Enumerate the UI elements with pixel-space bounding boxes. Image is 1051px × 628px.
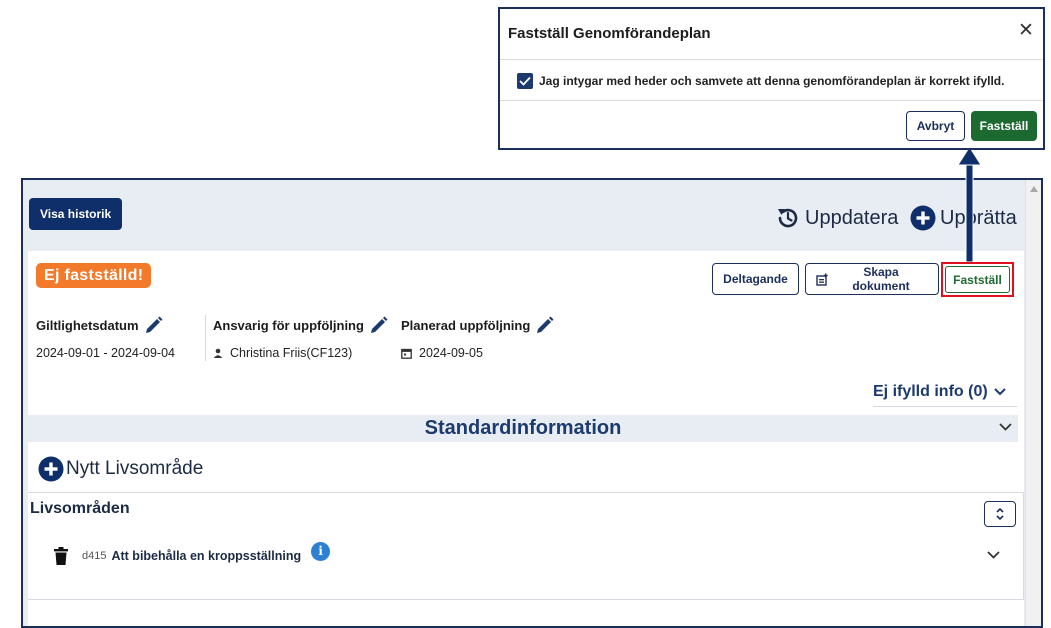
create-document-label: Skapa dokument — [852, 265, 910, 293]
life-areas-list: Livsområden d415 Att bibehålla en kropps… — [28, 492, 1024, 600]
plus-circle-icon — [910, 205, 936, 231]
chevron-down-icon[interactable] — [999, 423, 1012, 431]
planned-followup-label: Planerad uppföljning — [401, 317, 531, 333]
life-area-name: Att bibehålla en kroppsställning — [111, 549, 302, 563]
trash-icon[interactable] — [54, 547, 68, 565]
history-refresh-icon — [775, 205, 801, 231]
validity-field: Giltlighetsdatum 2024-09-01 - 2024-09-04 — [36, 315, 175, 360]
pencil-icon[interactable] — [369, 315, 389, 335]
chevron-down-icon — [993, 387, 1006, 396]
standard-info-section-header[interactable]: Standardinformation — [28, 415, 1018, 442]
plus-circle-icon — [38, 456, 64, 482]
confirm-plan-button[interactable]: Fastställ — [945, 266, 1010, 293]
life-area-code: d415 — [82, 550, 107, 562]
confirm-highlight-frame: Fastställ — [941, 262, 1014, 297]
validity-label: Giltlighetsdatum — [36, 317, 139, 333]
responsible-value: Christina Friis(CF123) — [230, 346, 353, 360]
validity-value: 2024-09-01 - 2024-09-04 — [36, 346, 175, 360]
sort-icon — [995, 507, 1005, 521]
participation-button[interactable]: Deltagande — [712, 263, 799, 295]
responsible-field: Ansvarig för uppföljning Christina Friis… — [205, 315, 389, 361]
plan-panel: Ej fastställd! Deltagande Skapa dokument… — [28, 251, 1024, 626]
vertical-scrollbar[interactable] — [1025, 180, 1041, 626]
update-button[interactable]: Uppdatera — [775, 205, 898, 231]
pointer-arrow — [955, 146, 985, 262]
checkmark-icon — [519, 76, 531, 86]
life-areas-title: Livsområden — [30, 500, 130, 517]
document-add-icon — [816, 273, 829, 286]
participation-label: Deltagande — [723, 272, 788, 286]
update-label: Uppdatera — [805, 206, 899, 229]
consent-checkbox[interactable] — [517, 73, 533, 89]
info-icon[interactable]: i — [311, 541, 331, 561]
pencil-icon[interactable] — [535, 315, 555, 335]
scroll-up-arrow-icon[interactable] — [1030, 186, 1038, 192]
section-title: Standardinformation — [424, 417, 622, 439]
create-document-button[interactable]: Skapa dokument — [805, 263, 939, 295]
close-icon[interactable]: ✕ — [1018, 21, 1034, 40]
cancel-button[interactable]: Avbryt — [906, 111, 965, 141]
planned-followup-field: Planerad uppföljning 2024-09-05 — [401, 315, 555, 360]
main-window: Visa historik Uppdatera Upprätta Ej fast… — [21, 178, 1043, 628]
dialog-footer: Avbryt Fastställ — [500, 100, 1043, 150]
list-item[interactable]: d415 Att bibehålla en kroppsställning i — [54, 541, 331, 565]
chevron-down-icon[interactable] — [987, 551, 1000, 559]
confirm-plan-dialog: Fastställ Genomförandeplan ✕ Jag intygar… — [498, 7, 1045, 150]
dialog-header: Fastställ Genomförandeplan ✕ — [500, 9, 1043, 60]
pencil-icon[interactable] — [144, 315, 164, 335]
consent-row: Jag intygar med heder och samvete att de… — [517, 73, 1004, 89]
responsible-label: Ansvarig för uppföljning — [213, 317, 364, 333]
view-history-button[interactable]: Visa historik — [29, 198, 123, 230]
sort-button[interactable] — [984, 501, 1016, 527]
planned-followup-value: 2024-09-05 — [419, 346, 483, 360]
new-life-area-label: Nytt Livsområde — [66, 458, 204, 479]
status-badge: Ej fastställd! — [36, 263, 152, 288]
confirm-button[interactable]: Fastställ — [971, 111, 1037, 141]
incomplete-info-label: Ej ifylld info (0) — [873, 382, 988, 400]
person-icon — [213, 348, 223, 358]
dialog-title: Fastställ Genomförandeplan — [508, 25, 711, 42]
consent-text: Jag intygar med heder och samvete att de… — [539, 74, 1005, 88]
incomplete-info-toggle[interactable]: Ej ifylld info (0) — [873, 377, 1017, 407]
new-life-area-button[interactable]: Nytt Livsområde — [38, 456, 203, 482]
calendar-icon — [401, 348, 412, 359]
